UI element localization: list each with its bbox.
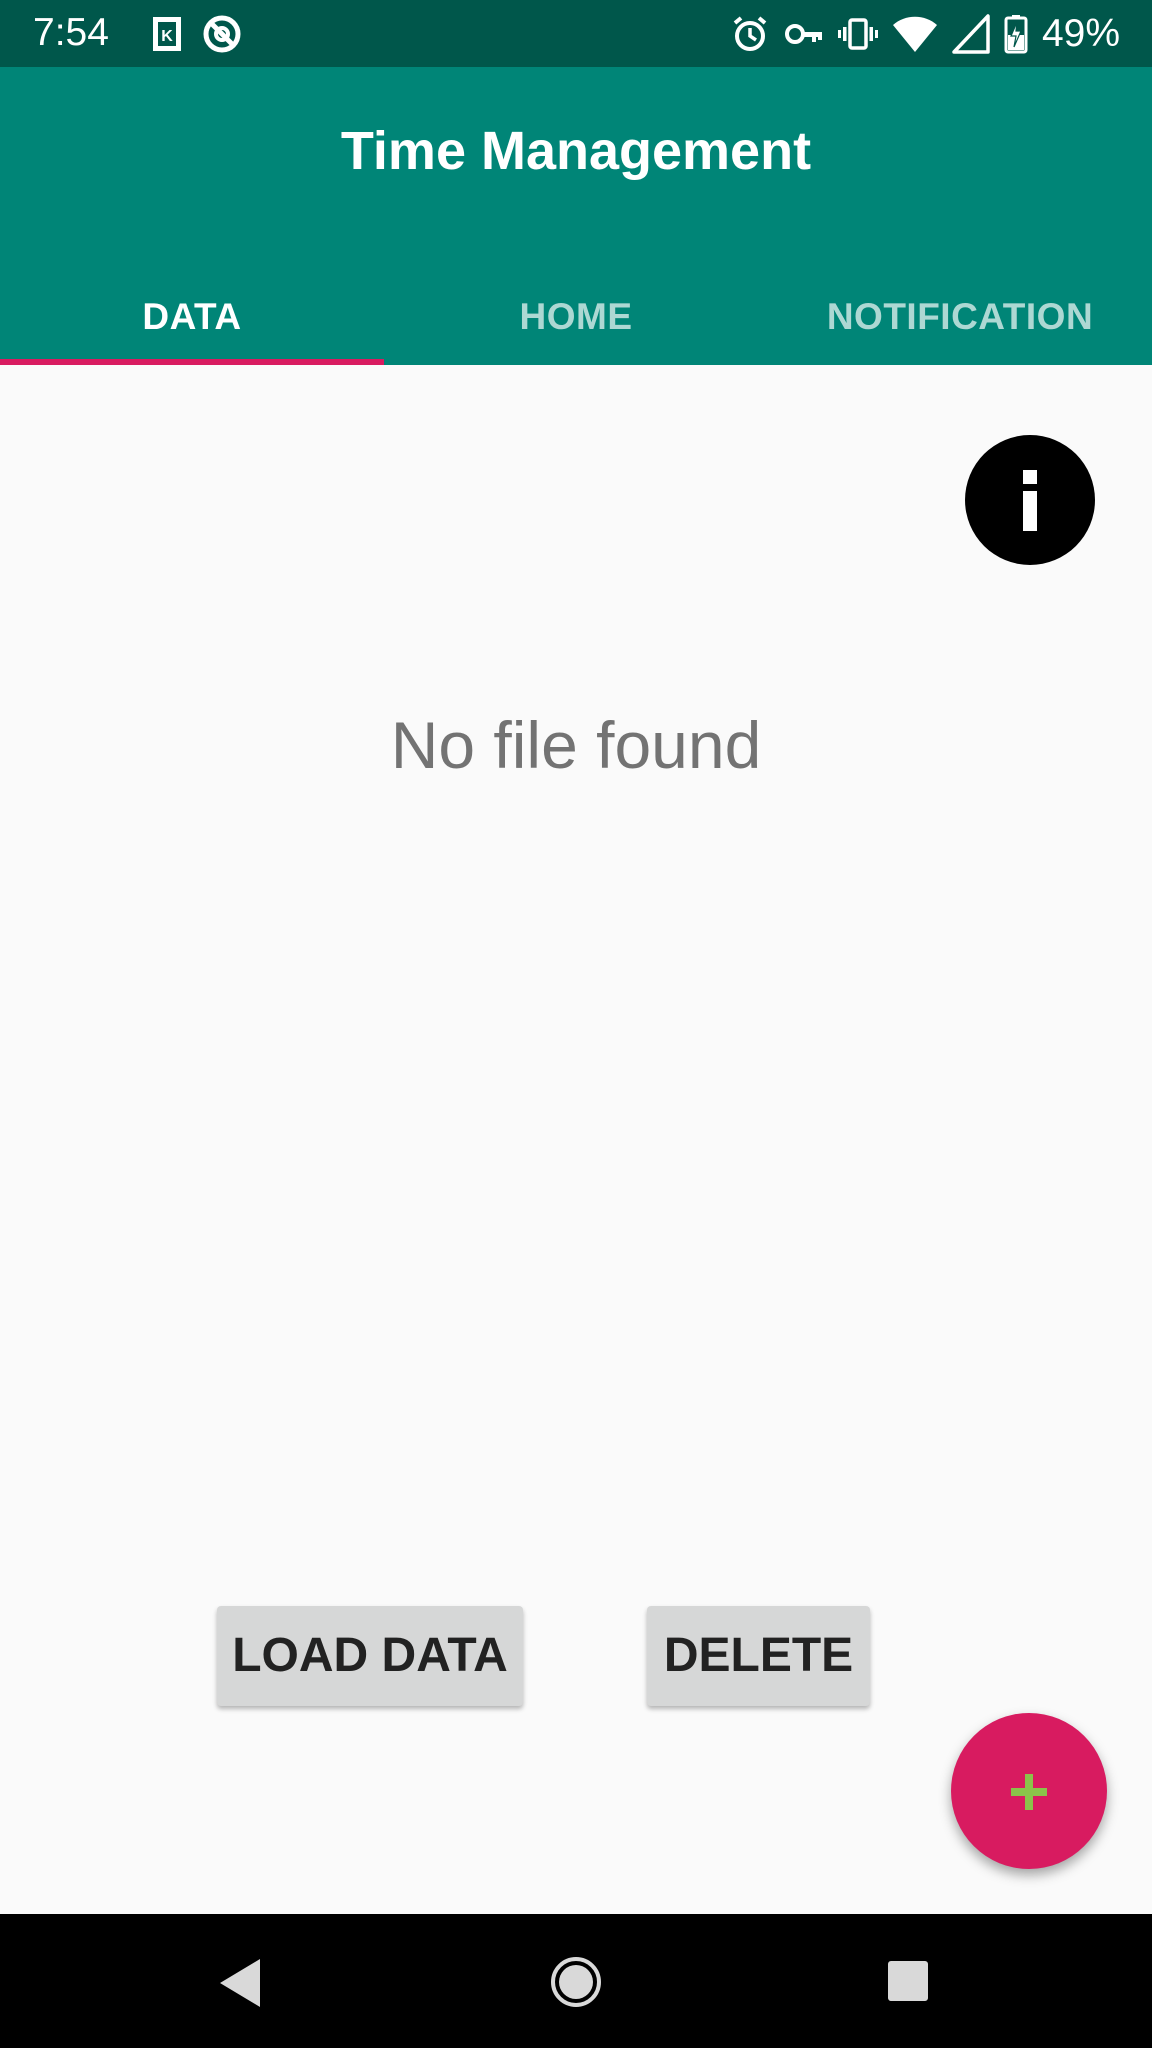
no-disturb-icon [203, 15, 241, 53]
wifi-icon [892, 16, 937, 52]
back-icon[interactable] [216, 1957, 264, 2009]
app-title: Time Management [340, 121, 812, 181]
alarm-icon [733, 16, 767, 51]
info-icon [1023, 470, 1037, 531]
k-notification-icon: K [153, 17, 181, 51]
navigation-bar [0, 1914, 1152, 2048]
info-button[interactable] [965, 435, 1095, 565]
app-bar: Time Management DATA HOME NOTIFICATION [0, 67, 1152, 365]
tab-data[interactable]: DATA [0, 269, 384, 365]
recents-icon[interactable] [886, 1959, 930, 2003]
tab-home[interactable]: HOME [384, 269, 768, 365]
status-bar: 7:54 K 49% [0, 0, 1152, 67]
status-time: 7:54 [33, 11, 109, 54]
load-data-button[interactable]: LOAD DATA [217, 1606, 523, 1706]
selected-tab-indicator [0, 359, 384, 365]
battery-charging-icon [1004, 15, 1028, 54]
battery-percent: 49% [1041, 12, 1120, 55]
empty-message: No file found [390, 708, 762, 782]
vpn-key-icon [784, 24, 822, 44]
home-icon[interactable] [549, 1955, 603, 2009]
tab-notification[interactable]: NOTIFICATION [768, 269, 1152, 365]
delete-button[interactable]: DELETE [647, 1606, 870, 1706]
vibrate-icon [837, 18, 878, 50]
add-fab-button[interactable] [951, 1713, 1107, 1869]
signal-icon [952, 14, 990, 54]
plus-icon [1011, 1774, 1047, 1810]
status-icons: 49% [730, 12, 1120, 56]
svg-text:K: K [161, 28, 173, 45]
